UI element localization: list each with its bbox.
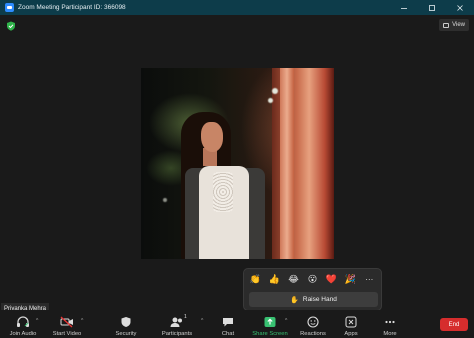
reactions-smiley-icon bbox=[307, 316, 319, 328]
reactions-label: Reactions bbox=[300, 331, 326, 337]
participants-count: 1 bbox=[184, 314, 187, 320]
participants-icon bbox=[170, 317, 182, 327]
start-video-label: Start Video bbox=[52, 331, 82, 337]
more-button[interactable]: More bbox=[377, 310, 403, 338]
heart-emoji[interactable]: ❤️ bbox=[324, 273, 339, 286]
security-button[interactable]: Security bbox=[111, 310, 141, 338]
join-audio-button[interactable]: Join Audio bbox=[8, 310, 38, 338]
end-meeting-button[interactable]: End bbox=[440, 318, 468, 331]
participants-button[interactable]: Participants bbox=[160, 310, 194, 338]
participant-video bbox=[141, 68, 334, 259]
video-off-icon bbox=[60, 316, 73, 328]
apps-icon bbox=[345, 316, 357, 328]
raise-hand-icon: ✋ bbox=[290, 295, 299, 304]
zoom-app-icon bbox=[5, 3, 14, 12]
thumbs-up-emoji[interactable]: 👍 bbox=[267, 273, 282, 286]
view-label: View bbox=[452, 22, 465, 28]
clap-emoji[interactable]: 👏 bbox=[248, 273, 263, 286]
close-icon bbox=[457, 4, 463, 11]
person-face bbox=[201, 122, 223, 152]
meeting-toolbar: Join Audio ^ Start Video ^ Security Part… bbox=[0, 310, 474, 338]
close-button[interactable] bbox=[446, 0, 474, 15]
share-screen-icon bbox=[264, 317, 276, 327]
security-shield-icon bbox=[121, 317, 131, 327]
view-button[interactable]: View bbox=[439, 19, 469, 31]
grid-view-icon bbox=[443, 22, 450, 28]
more-label: More bbox=[383, 331, 397, 337]
emoji-row: 👏 👍 😂 😮 ❤️ 🎉 ⋯ bbox=[248, 273, 377, 286]
audio-options-chevron-icon[interactable]: ^ bbox=[36, 318, 38, 324]
minimize-icon bbox=[401, 7, 407, 9]
video-bokeh-light bbox=[268, 98, 273, 103]
minimize-button[interactable] bbox=[390, 0, 418, 15]
participants-label: Participants bbox=[161, 331, 193, 337]
encryption-shield-icon[interactable] bbox=[6, 21, 16, 31]
chat-button[interactable]: Chat bbox=[215, 310, 241, 338]
video-bokeh-light bbox=[163, 198, 167, 202]
chat-icon bbox=[223, 318, 233, 327]
apps-button[interactable]: Apps bbox=[338, 310, 364, 338]
laugh-emoji[interactable]: 😂 bbox=[286, 273, 301, 286]
video-options-chevron-icon[interactable]: ^ bbox=[81, 318, 83, 324]
raise-hand-button[interactable]: ✋ Raise Hand bbox=[249, 292, 378, 307]
person-lace bbox=[213, 172, 233, 212]
more-emojis-button[interactable]: ⋯ bbox=[362, 273, 377, 286]
join-audio-label: Join Audio bbox=[9, 331, 37, 337]
surprised-emoji[interactable]: 😮 bbox=[305, 273, 320, 286]
reactions-popup: 👏 👍 😂 😮 ❤️ 🎉 ⋯ ✋ Raise Hand bbox=[243, 268, 382, 311]
title-bar: Zoom Meeting Participant ID: 366098 bbox=[0, 0, 474, 15]
raise-hand-label: Raise Hand bbox=[302, 296, 337, 303]
chat-label: Chat bbox=[221, 331, 235, 337]
headphones-icon bbox=[17, 316, 29, 327]
start-video-button[interactable]: Start Video bbox=[52, 310, 82, 338]
share-options-chevron-icon[interactable]: ^ bbox=[285, 318, 287, 324]
window-controls bbox=[390, 0, 474, 15]
window-title: Zoom Meeting Participant ID: 366098 bbox=[18, 4, 126, 11]
video-bokeh-light bbox=[272, 88, 278, 94]
reactions-button[interactable]: Reactions bbox=[298, 310, 328, 338]
participants-options-chevron-icon[interactable]: ^ bbox=[201, 318, 203, 324]
maximize-button[interactable] bbox=[418, 0, 446, 15]
share-screen-label: Share Screen bbox=[252, 331, 288, 337]
security-label: Security bbox=[115, 331, 137, 337]
party-emoji[interactable]: 🎉 bbox=[343, 273, 358, 286]
maximize-icon bbox=[429, 4, 435, 11]
share-screen-button[interactable]: Share Screen bbox=[252, 310, 288, 338]
video-background-pillar bbox=[280, 68, 294, 259]
apps-label: Apps bbox=[344, 331, 358, 337]
more-dots-icon bbox=[385, 320, 395, 324]
